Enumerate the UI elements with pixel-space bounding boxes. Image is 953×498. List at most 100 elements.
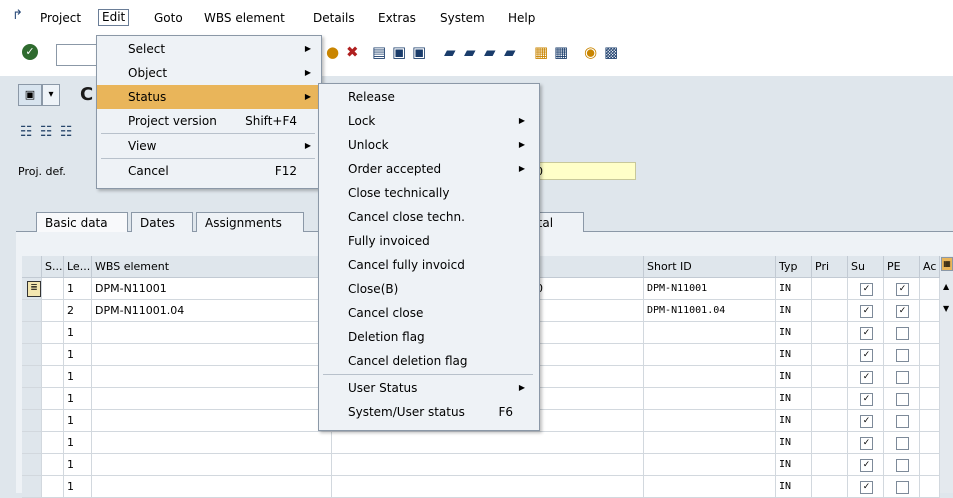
- wbs-element-cell[interactable]: [92, 432, 332, 454]
- edit-menu-item-project-version[interactable]: Project version Shift+F4: [97, 109, 319, 133]
- status-cell[interactable]: [42, 432, 64, 454]
- ac-cell[interactable]: [920, 300, 940, 322]
- short-id-cell[interactable]: [644, 366, 776, 388]
- short-id-cell[interactable]: [644, 476, 776, 498]
- find-next-icon[interactable]: ▣: [412, 44, 426, 60]
- print-icon[interactable]: ▤: [372, 44, 386, 60]
- status-cell[interactable]: [42, 454, 64, 476]
- priority-cell[interactable]: [812, 300, 848, 322]
- ac-cell[interactable]: [920, 366, 940, 388]
- tab-assignments[interactable]: Assignments: [196, 212, 304, 232]
- cancel-icon[interactable]: ✖: [346, 44, 359, 60]
- priority-cell[interactable]: [812, 432, 848, 454]
- column-header-type[interactable]: Typ: [776, 256, 812, 278]
- column-header-su[interactable]: Su: [848, 256, 884, 278]
- wbs-element-cell[interactable]: [92, 366, 332, 388]
- priority-cell[interactable]: [812, 366, 848, 388]
- su-checkbox[interactable]: ✓: [860, 415, 873, 428]
- level-cell[interactable]: 1: [64, 322, 92, 344]
- column-header-status[interactable]: S...: [42, 256, 64, 278]
- type-cell[interactable]: IN: [776, 410, 812, 432]
- type-cell[interactable]: IN: [776, 300, 812, 322]
- enter-icon[interactable]: ✓: [22, 44, 38, 60]
- status-menu-item-cancel-fully-invoicd[interactable]: Cancel fully invoicd: [319, 253, 537, 277]
- description-cell[interactable]: [332, 476, 644, 498]
- priority-cell[interactable]: [812, 344, 848, 366]
- edit-menu-item-object[interactable]: Object ▶: [97, 61, 319, 85]
- type-cell[interactable]: IN: [776, 366, 812, 388]
- level-cell[interactable]: 1: [64, 344, 92, 366]
- type-cell[interactable]: IN: [776, 454, 812, 476]
- status-cell[interactable]: [42, 344, 64, 366]
- scroll-up-icon[interactable]: ▲: [943, 282, 949, 291]
- previous-page-icon[interactable]: ▰: [464, 44, 476, 60]
- type-cell[interactable]: IN: [776, 432, 812, 454]
- title-dropdown-icon[interactable]: ▾: [42, 84, 60, 106]
- pe-checkbox[interactable]: [896, 415, 909, 428]
- ac-cell[interactable]: [920, 432, 940, 454]
- pe-checkbox[interactable]: [896, 437, 909, 450]
- status-cell[interactable]: [42, 388, 64, 410]
- wbs-element-cell[interactable]: DPM-N11001.04: [92, 300, 332, 322]
- row-selector[interactable]: [22, 410, 42, 432]
- ac-cell[interactable]: [920, 344, 940, 366]
- tab-dates[interactable]: Dates: [131, 212, 193, 232]
- level-cell[interactable]: 1: [64, 476, 92, 498]
- type-cell[interactable]: IN: [776, 278, 812, 300]
- edit-menu-item-status[interactable]: Status ▶: [97, 85, 319, 109]
- status-menu-item-fully-invoiced[interactable]: Fully invoiced: [319, 229, 537, 253]
- level-cell[interactable]: 1: [64, 388, 92, 410]
- row-selector[interactable]: [22, 476, 42, 498]
- short-id-cell[interactable]: DPM-N11001.04: [644, 300, 776, 322]
- hierarchy-icon[interactable]: ☷: [20, 124, 33, 140]
- back-icon[interactable]: ●: [326, 44, 339, 60]
- su-checkbox[interactable]: ✓: [860, 349, 873, 362]
- wbs-element-cell[interactable]: [92, 322, 332, 344]
- menu-project[interactable]: Project: [40, 11, 81, 25]
- next-page-icon[interactable]: ▰: [484, 44, 496, 60]
- row-select-header[interactable]: [22, 256, 42, 278]
- status-cell[interactable]: [42, 322, 64, 344]
- find-icon[interactable]: ▣: [392, 44, 406, 60]
- pe-checkbox[interactable]: ✓: [896, 283, 909, 296]
- pe-checkbox[interactable]: [896, 459, 909, 472]
- pe-checkbox[interactable]: [896, 349, 909, 362]
- level-cell[interactable]: 1: [64, 432, 92, 454]
- wbs-element-cell[interactable]: [92, 388, 332, 410]
- type-cell[interactable]: IN: [776, 476, 812, 498]
- status-menu-item-user-status[interactable]: User Status ▶: [319, 376, 537, 400]
- short-id-cell[interactable]: DPM-N11001: [644, 278, 776, 300]
- column-header-level[interactable]: Le...: [64, 256, 92, 278]
- short-id-cell[interactable]: [644, 388, 776, 410]
- tab-basic-data[interactable]: Basic data: [36, 212, 128, 232]
- level-cell[interactable]: 1: [64, 410, 92, 432]
- shortcut-icon[interactable]: ▦: [554, 44, 568, 60]
- edit-row-icon[interactable]: ≣: [27, 281, 41, 297]
- priority-cell[interactable]: [812, 278, 848, 300]
- new-session-icon[interactable]: ▦: [534, 44, 548, 60]
- priority-cell[interactable]: [812, 410, 848, 432]
- su-checkbox[interactable]: ✓: [860, 481, 873, 494]
- structure-icon[interactable]: ☷: [40, 124, 53, 140]
- short-id-cell[interactable]: [644, 410, 776, 432]
- status-menu-item-deletion-flag[interactable]: Deletion flag: [319, 325, 537, 349]
- proj-def-field[interactable]: 0: [532, 162, 636, 180]
- level-cell[interactable]: 2: [64, 300, 92, 322]
- menu-details[interactable]: Details: [313, 11, 355, 25]
- column-header-pe[interactable]: PE: [884, 256, 920, 278]
- menu-exit-icon[interactable]: ↱: [12, 8, 23, 23]
- status-menu-item-release[interactable]: Release: [319, 85, 537, 109]
- menu-system[interactable]: System: [440, 11, 485, 25]
- priority-cell[interactable]: [812, 322, 848, 344]
- status-menu-item-cancel-close-techn-[interactable]: Cancel close techn.: [319, 205, 537, 229]
- row-selector[interactable]: [22, 366, 42, 388]
- menu-wbs-element[interactable]: WBS element: [204, 11, 285, 25]
- su-checkbox[interactable]: ✓: [860, 393, 873, 406]
- status-menu-item-cancel-close[interactable]: Cancel close: [319, 301, 537, 325]
- wbs-element-cell[interactable]: [92, 454, 332, 476]
- row-selector[interactable]: [22, 344, 42, 366]
- scroll-down-icon[interactable]: ▼: [943, 304, 949, 313]
- su-checkbox[interactable]: ✓: [860, 459, 873, 472]
- wbs-element-cell[interactable]: DPM-N11001: [92, 278, 332, 300]
- row-selector[interactable]: [22, 432, 42, 454]
